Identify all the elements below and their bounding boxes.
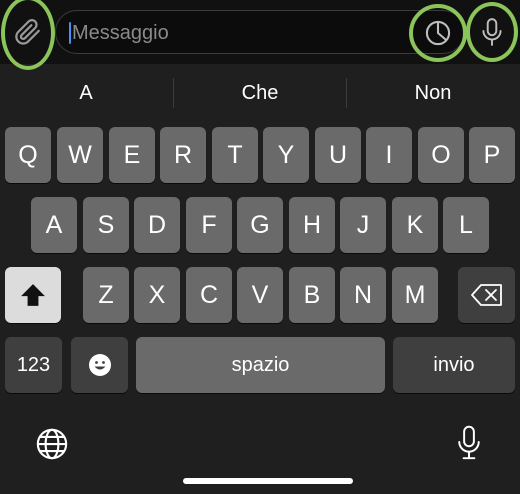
key-x[interactable]: X	[134, 267, 180, 323]
shift-key[interactable]	[5, 267, 61, 323]
key-k[interactable]: K	[392, 197, 438, 253]
key-b[interactable]: B	[289, 267, 335, 323]
key-m[interactable]: M	[392, 267, 438, 323]
key-z[interactable]: Z	[83, 267, 129, 323]
key-a[interactable]: A	[31, 197, 77, 253]
key-n[interactable]: N	[340, 267, 386, 323]
key-d[interactable]: D	[134, 197, 180, 253]
suggestion-3[interactable]: Non	[347, 70, 519, 116]
key-r[interactable]: R	[160, 127, 206, 183]
key-v[interactable]: V	[237, 267, 283, 323]
key-y[interactable]: Y	[263, 127, 309, 183]
key-q[interactable]: Q	[5, 127, 51, 183]
globe-icon[interactable]	[33, 425, 71, 463]
microphone-highlight	[466, 2, 518, 62]
backspace-icon	[470, 284, 502, 306]
key-h[interactable]: H	[289, 197, 335, 253]
key-t[interactable]: T	[212, 127, 258, 183]
home-indicator[interactable]	[183, 478, 353, 484]
dictation-icon[interactable]	[450, 422, 488, 464]
key-e[interactable]: E	[109, 127, 155, 183]
backspace-key[interactable]	[458, 267, 515, 323]
key-g[interactable]: G	[237, 197, 283, 253]
paperclip-highlight	[1, 0, 55, 70]
key-o[interactable]: O	[418, 127, 464, 183]
message-input-bar: Messaggio	[0, 0, 520, 70]
clock-highlight	[409, 4, 467, 62]
key-w[interactable]: W	[57, 127, 103, 183]
message-placeholder: Messaggio	[72, 22, 169, 44]
text-caret	[69, 22, 71, 44]
key-i[interactable]: I	[366, 127, 412, 183]
key-s[interactable]: S	[83, 197, 129, 253]
key-f[interactable]: F	[186, 197, 232, 253]
key-u[interactable]: U	[315, 127, 361, 183]
shift-icon	[21, 284, 45, 306]
suggestion-bar: A Che Non	[0, 70, 520, 116]
message-field[interactable]: Messaggio	[55, 10, 465, 54]
suggestion-1[interactable]: A	[0, 70, 172, 116]
key-c[interactable]: C	[186, 267, 232, 323]
suggestion-2[interactable]: Che	[174, 70, 346, 116]
numbers-key[interactable]: 123	[5, 337, 62, 393]
key-j[interactable]: J	[340, 197, 386, 253]
emoji-key[interactable]	[71, 337, 128, 393]
key-p[interactable]: P	[469, 127, 515, 183]
space-key[interactable]: spazio	[136, 337, 385, 393]
emoji-icon	[88, 354, 111, 376]
return-key[interactable]: invio	[393, 337, 515, 393]
key-l[interactable]: L	[443, 197, 489, 253]
